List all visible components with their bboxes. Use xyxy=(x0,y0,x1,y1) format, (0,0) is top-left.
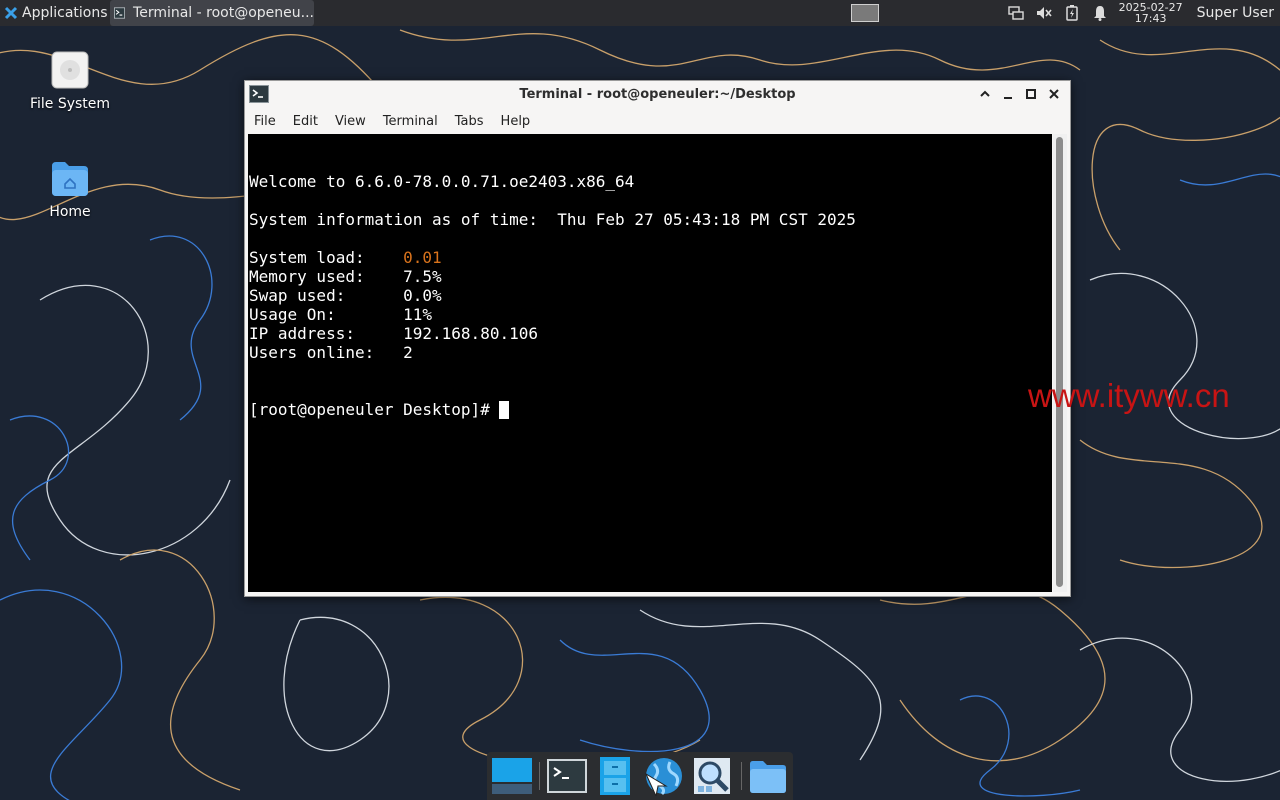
home-folder-icon xyxy=(52,162,88,196)
web-browser-icon[interactable] xyxy=(642,756,682,796)
dock-separator xyxy=(741,762,742,790)
stat-label: Usage On: xyxy=(249,305,404,324)
stat-label: Users online: xyxy=(249,343,404,362)
window-title: Terminal - root@openeuler:~/Desktop xyxy=(519,87,796,102)
menu-tabs[interactable]: Tabs xyxy=(446,114,492,129)
applications-menu-icon xyxy=(4,6,18,20)
terminal-icon[interactable] xyxy=(547,756,587,796)
chevron-up-icon xyxy=(980,90,990,97)
dock xyxy=(487,752,793,800)
close-button[interactable] xyxy=(1046,86,1062,102)
shade-button[interactable] xyxy=(977,86,993,102)
scrollbar-thumb[interactable] xyxy=(1056,137,1063,587)
app-finder-icon[interactable] xyxy=(692,756,732,796)
menu-edit[interactable]: Edit xyxy=(284,114,326,129)
terminal-icon xyxy=(114,7,126,19)
desktop-icon-label: File System xyxy=(29,96,111,112)
stat-value-memory: 7.5% xyxy=(403,267,442,286)
stat-label: Swap used: xyxy=(249,286,404,305)
desktop-icon-home[interactable]: Home xyxy=(20,158,120,220)
clock[interactable]: 2025-02-27 17:43 xyxy=(1119,2,1183,24)
dock-separator xyxy=(539,762,540,790)
clock-time: 17:43 xyxy=(1134,12,1167,25)
terminal-text: Welcome to 6.6.0-78.0.0.71.oe2403.x86_64… xyxy=(249,172,856,419)
shell-prompt: [root@openeuler Desktop]# xyxy=(249,400,500,419)
menu-bar: File Edit View Terminal Tabs Help xyxy=(245,109,1070,133)
terminal-window: Terminal - root@openeuler:~/Desktop File… xyxy=(244,80,1071,597)
volume-muted-icon[interactable] xyxy=(1035,4,1053,22)
top-panel: Applications ⋮ Terminal - root@openeu...… xyxy=(0,0,1280,26)
stat-value-ip: 192.168.80.106 xyxy=(403,324,538,343)
minimize-icon xyxy=(1004,97,1012,99)
maximize-button[interactable] xyxy=(1023,86,1039,102)
applications-menu[interactable]: Applications ⋮ xyxy=(0,0,126,26)
desktop-icon-label: Home xyxy=(49,204,91,220)
maximize-icon xyxy=(1026,89,1036,99)
notifications-icon[interactable] xyxy=(1091,4,1109,22)
minimize-button[interactable] xyxy=(1000,86,1016,102)
sysinfo-line: System information as of time: Thu Feb 2… xyxy=(249,210,856,229)
system-tray: 2025-02-27 17:43 Super User xyxy=(1007,0,1280,26)
taskbar-button-label: Terminal - root@openeu... xyxy=(133,5,314,21)
workspace-switcher[interactable] xyxy=(846,0,884,26)
network-icon[interactable] xyxy=(1007,4,1025,22)
workspace-icon[interactable] xyxy=(851,4,879,22)
drive-icon xyxy=(51,51,89,89)
desktop-icon-file-system[interactable]: File System xyxy=(20,50,120,112)
stat-label: System load: xyxy=(249,248,404,267)
stat-label: Memory used: xyxy=(249,267,404,286)
scrollbar[interactable] xyxy=(1053,134,1067,592)
taskbar-button-terminal[interactable]: Terminal - root@openeu... xyxy=(110,0,314,26)
stat-value-users: 2 xyxy=(403,343,413,362)
stat-value-swap: 0.0% xyxy=(403,286,442,305)
menu-view[interactable]: View xyxy=(326,114,374,129)
close-icon xyxy=(1049,89,1059,99)
window-titlebar[interactable]: Terminal - root@openeuler:~/Desktop xyxy=(245,81,1070,109)
folder-icon[interactable] xyxy=(748,756,788,796)
stat-label: IP address: xyxy=(249,324,404,343)
stat-value-usage: 11% xyxy=(403,305,433,324)
menu-help[interactable]: Help xyxy=(492,114,539,129)
battery-icon[interactable] xyxy=(1063,4,1081,22)
text-cursor xyxy=(499,401,510,419)
file-manager-icon[interactable] xyxy=(595,756,635,796)
show-desktop-icon[interactable] xyxy=(492,756,532,796)
user-menu[interactable]: Super User xyxy=(1197,5,1274,21)
stat-value-system-load: 0.01 xyxy=(403,248,442,267)
welcome-line: Welcome to 6.6.0-78.0.0.71.oe2403.x86_64 xyxy=(249,172,635,191)
watermark: www.ityww.cn xyxy=(1028,377,1230,414)
menu-terminal[interactable]: Terminal xyxy=(374,114,446,129)
menu-file[interactable]: File xyxy=(245,114,284,129)
applications-label: Applications xyxy=(22,5,108,21)
terminal-output[interactable]: Welcome to 6.6.0-78.0.0.71.oe2403.x86_64… xyxy=(248,134,1052,592)
